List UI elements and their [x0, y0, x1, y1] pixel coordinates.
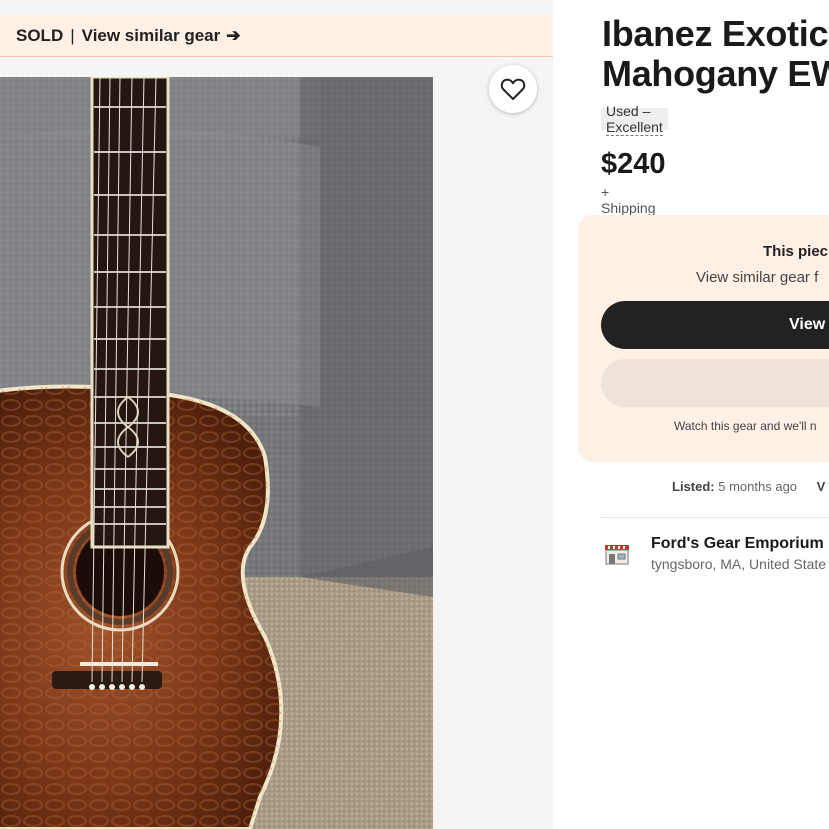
sold-label: SOLD: [16, 25, 64, 45]
photo-column: SOLD | View similar gear ➔: [0, 0, 553, 829]
listing-title: Ibanez Exotic Mahogany EW: [602, 14, 829, 94]
divider: [601, 517, 829, 518]
storefront-icon: [605, 545, 629, 565]
title-line-2: Mahogany EW: [602, 53, 829, 94]
view-count-link[interactable]: V: [817, 479, 826, 494]
banner-separator: |: [70, 25, 75, 45]
product-photo[interactable]: [0, 77, 433, 829]
price: $240: [601, 148, 666, 180]
sold-panel-heading: This piec: [763, 243, 829, 260]
watch-button[interactable]: [601, 359, 829, 407]
shop-name[interactable]: Ford's Gear Emporium: [651, 535, 824, 553]
sold-panel-subheading: View similar gear f: [696, 269, 819, 286]
listed-value: 5 months ago: [718, 479, 798, 494]
shipping-label: + Shipping: [601, 184, 656, 216]
arrow-right-icon[interactable]: ➔: [226, 26, 240, 46]
listed-label: Listed:: [672, 479, 715, 494]
listing-details: Ibanez Exotic Mahogany EW Used – Excelle…: [553, 0, 829, 829]
sold-banner: SOLD | View similar gear ➔: [0, 15, 553, 57]
condition-label: Used – Excellent: [606, 102, 663, 136]
heart-icon: [500, 78, 526, 100]
condition-badge[interactable]: Used – Excellent: [601, 103, 668, 136]
listed-info: Listed: 5 months ago V: [672, 479, 825, 494]
favorite-button[interactable]: [489, 65, 537, 113]
guitar-image: [0, 77, 433, 829]
watch-note: Watch this gear and we'll n: [674, 419, 817, 433]
view-button-label: View: [789, 316, 826, 333]
title-line-1: Ibanez Exotic: [602, 13, 829, 54]
view-similar-button[interactable]: View: [601, 301, 829, 349]
view-similar-link[interactable]: View similar gear: [82, 26, 221, 46]
shop-location: tyngsboro, MA, United State: [651, 556, 827, 572]
sold-panel: This piec View similar gear f View Watch…: [578, 215, 829, 462]
